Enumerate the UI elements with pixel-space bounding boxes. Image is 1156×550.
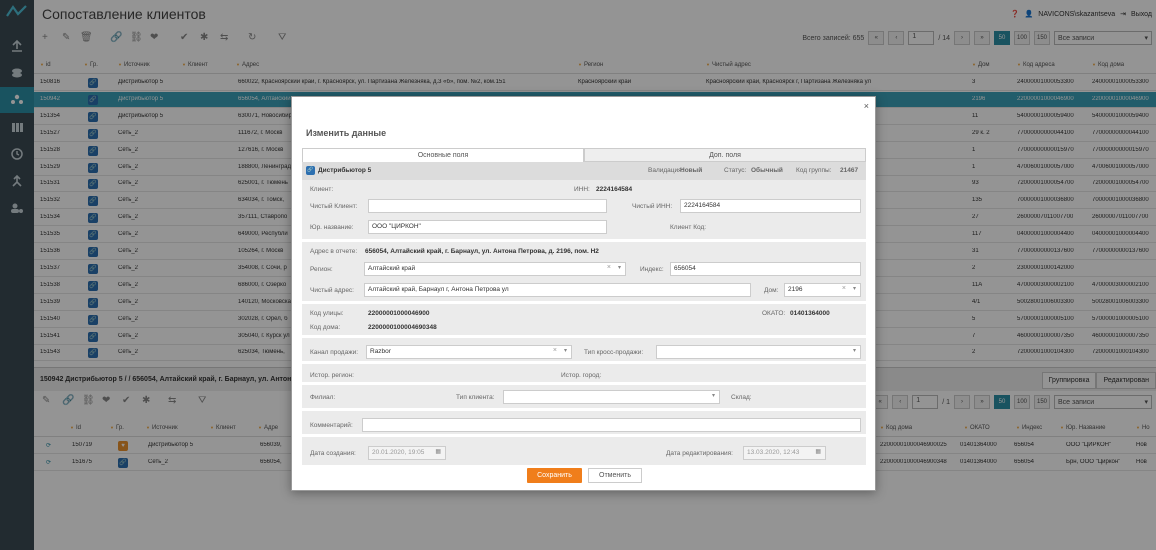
group-value: 21467 [840, 167, 859, 174]
calendar-icon: ▦ [815, 449, 821, 455]
main-fields-panel: 🔗 Дистрибьютор 5 Валидация: Новый Статус… [302, 162, 866, 465]
clean-client-label: Чистый Клиент: [310, 203, 358, 210]
cross-sale-select[interactable]: ▾ [656, 345, 861, 359]
clean-inn-input[interactable]: 2224164584 [680, 199, 861, 213]
group-label: Код группы: [796, 167, 832, 174]
okato-label: ОКАТО: [762, 310, 786, 317]
record-header: 🔗 Дистрибьютор 5 Валидация: Новый Статус… [302, 162, 866, 180]
validation-value: Новый [680, 167, 703, 174]
region-label: Регион: [310, 266, 333, 273]
chevron-down-icon[interactable]: ▾ [712, 392, 715, 399]
clean-address-label: Чистый адрес: [310, 287, 354, 294]
index-label: Индекс: [640, 266, 664, 273]
calendar-icon: ▦ [435, 449, 441, 455]
sales-channel-select[interactable]: Razbor × ▾ [366, 345, 572, 359]
status-label: Статус: [724, 167, 747, 174]
cancel-button[interactable]: Отменить [588, 468, 642, 483]
branch-label: Филиал: [310, 394, 336, 401]
clean-client-input[interactable] [368, 199, 607, 213]
house-code-value: 2200000100004690348 [368, 324, 437, 331]
report-address-label: Адрес в отчете: [310, 248, 358, 255]
street-code-value: 22000001000046900 [368, 310, 430, 317]
warehouse-label: Склад: [731, 394, 752, 401]
client-label: Клиент: [310, 186, 334, 193]
chevron-down-icon[interactable]: ▾ [618, 264, 621, 271]
comment-label: Комментарий: [310, 422, 353, 429]
client-type-label: Тип клиента: [456, 394, 495, 401]
tab-extra-fields[interactable]: Доп. поля [584, 148, 866, 162]
save-button[interactable]: Сохранить [527, 468, 582, 483]
comment-input[interactable] [362, 418, 861, 432]
sales-channel-label: Канал продажи: [310, 349, 359, 356]
house-label: Дом: [764, 287, 779, 294]
index-input[interactable]: 656054 [670, 262, 861, 276]
clear-icon[interactable]: × [553, 347, 557, 354]
edited-date: 13.03.2020, 12:43 ▦ [743, 446, 826, 460]
okato-value: 01401364000 [790, 310, 830, 317]
client-type-select[interactable]: ▾ [503, 390, 720, 404]
created-label: Дата создания: [310, 450, 356, 457]
report-address-value: 656054, Алтайский край, г. Барнаул, ул. … [365, 248, 599, 255]
jur-name-input[interactable]: ООО "ЦИРКОН" [368, 220, 607, 234]
hist-region-label: Истор. регион: [310, 372, 354, 379]
region-select[interactable]: Алтайский край × ▾ [364, 262, 626, 276]
clear-icon[interactable]: × [842, 285, 846, 292]
chevron-down-icon[interactable]: ▾ [853, 347, 856, 354]
tab-main-fields[interactable]: Основные поля [302, 148, 584, 162]
street-code-label: Код улицы: [310, 310, 344, 317]
validation-label: Валидация: [648, 167, 684, 174]
house-select[interactable]: 2196 × ▾ [784, 283, 861, 297]
clean-inn-label: Чистый ИНН: [632, 203, 673, 210]
jur-name-label: Юр. название: [310, 224, 354, 231]
created-date: 20.01.2020, 19:05 ▦ [368, 446, 446, 460]
client-code-label: Клиент Код: [670, 224, 707, 231]
close-icon[interactable]: × [864, 101, 869, 111]
hist-city-label: Истор. город: [561, 372, 602, 379]
edit-dialog: × Изменить данные Основные поля Доп. пол… [291, 96, 876, 491]
dialog-tabs: Основные поля Доп. поля [302, 148, 866, 162]
house-code-label: Код дома: [310, 324, 341, 331]
record-source: Дистрибьютор 5 [318, 167, 372, 174]
clear-icon[interactable]: × [607, 264, 611, 271]
inn-label: ИНН: [574, 186, 590, 193]
link-icon: 🔗 [306, 166, 315, 175]
chevron-down-icon[interactable]: ▾ [564, 347, 567, 354]
status-value: Обычный [751, 167, 783, 174]
edited-label: Дата редактирования: [666, 450, 733, 457]
clean-address-input[interactable]: Алтайский край, Барнаул г, Антона Петров… [364, 283, 751, 297]
cross-sale-label: Тип кросс-продажи: [584, 349, 644, 356]
dialog-title: Изменить данные [306, 128, 387, 138]
inn-value: 2224164584 [596, 186, 633, 193]
chevron-down-icon[interactable]: ▾ [853, 285, 856, 292]
